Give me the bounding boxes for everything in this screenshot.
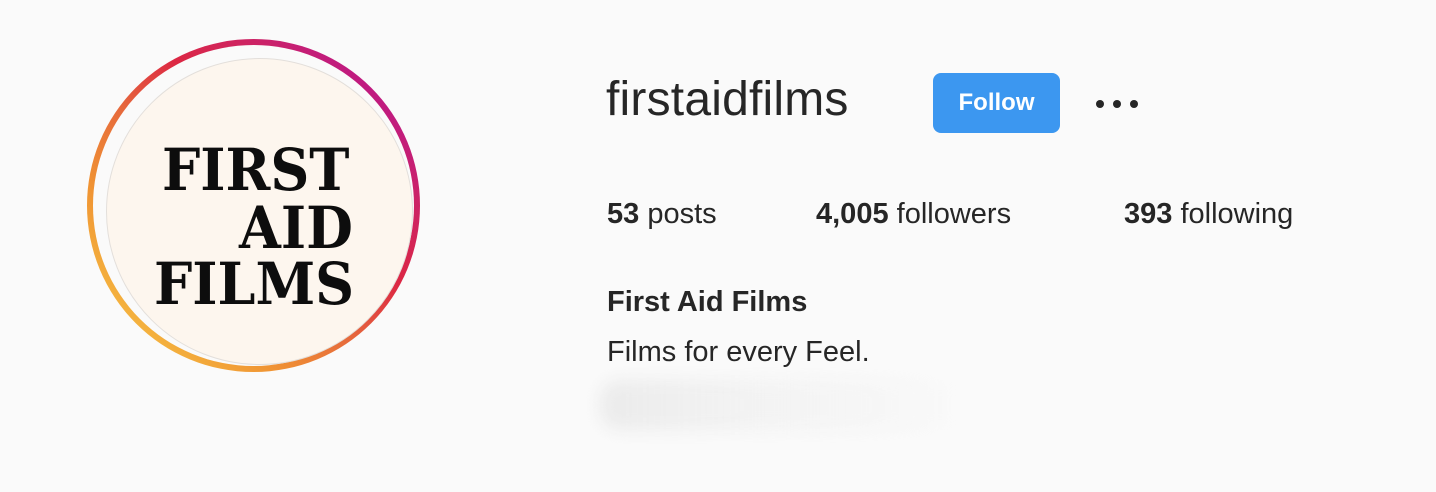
follow-button[interactable]: Follow [933, 73, 1060, 133]
full-name: First Aid Films [607, 286, 808, 318]
avatar[interactable]: FIRST AID FILMS [106, 58, 413, 365]
following-count-value: 393 [1124, 198, 1173, 230]
avatar-logo: FIRST AID FILMS [107, 59, 412, 364]
posts-count[interactable]: 53 posts [607, 198, 717, 231]
following-count-label: following [1180, 198, 1294, 230]
dot [1096, 100, 1104, 108]
more-options-icon[interactable] [1092, 92, 1142, 116]
redacted-content [600, 380, 960, 430]
logo-line-3: FILMS [154, 250, 355, 318]
bio-text: Films for every Feel. [607, 336, 870, 368]
followers-count-value: 4,005 [816, 198, 889, 230]
logo-line-1: FIRST [162, 136, 350, 204]
followers-link[interactable]: 4,005 followers [816, 198, 1011, 231]
following-link[interactable]: 393 following [1124, 198, 1293, 231]
followers-count-label: followers [896, 198, 1012, 230]
logo-line-2: AID [239, 194, 353, 262]
posts-count-label: posts [647, 198, 717, 230]
username: firstaidfilms [606, 73, 849, 126]
profile-header: FIRST AID FILMS firstaidfilms Follow 53 … [0, 0, 1436, 492]
dot [1130, 100, 1138, 108]
story-ring[interactable]: FIRST AID FILMS [87, 39, 420, 372]
posts-count-value: 53 [607, 198, 640, 230]
dot [1113, 100, 1121, 108]
